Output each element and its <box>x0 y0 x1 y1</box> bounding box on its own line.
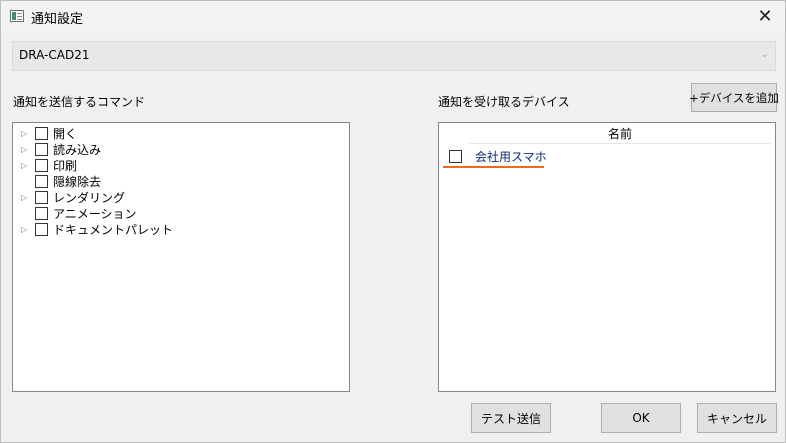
highlight-underline <box>443 166 544 168</box>
notification-settings-dialog: 通知設定 ✕ DRA-CAD21 ⌄ 通知を送信するコマンド 通知を受け取るデバ… <box>0 0 786 443</box>
title-bar: 通知設定 ✕ <box>1 1 785 32</box>
tree-item-label: 隠線除去 <box>53 174 102 189</box>
tree-item-document-palette[interactable]: ▷ ドキュメントパレット <box>21 221 173 237</box>
expand-arrow-icon[interactable]: ▷ <box>21 225 35 234</box>
application-dropdown-value: DRA-CAD21 <box>19 48 90 62</box>
tree-item-rendering[interactable]: ▷ レンダリング <box>21 189 125 205</box>
tree-item-label: 読み込み <box>53 142 102 157</box>
expand-arrow-icon[interactable]: ▷ <box>21 129 35 138</box>
tree-item-label: アニメーション <box>53 206 137 221</box>
checkbox[interactable] <box>449 149 462 163</box>
chevron-down-icon: ⌄ <box>760 49 769 60</box>
tree-item-import[interactable]: ▷ 読み込み <box>21 141 101 157</box>
devices-label: 通知を受け取るデバイス <box>438 95 570 109</box>
tree-item-label: 開く <box>53 126 78 141</box>
checkbox[interactable] <box>35 142 48 156</box>
checkbox[interactable] <box>35 174 48 188</box>
tree-item-animation[interactable]: アニメーション <box>21 205 137 221</box>
command-tree[interactable]: ▷ 開く ▷ 読み込み ▷ 印刷 隠線除去 ▷ レンダリング アニメーション ▷… <box>12 122 350 392</box>
expand-arrow-icon[interactable]: ▷ <box>21 161 35 170</box>
tree-item-label: レンダリング <box>53 190 126 205</box>
column-header-name[interactable]: 名前 <box>469 124 771 144</box>
checkbox[interactable] <box>35 206 48 220</box>
test-send-button[interactable]: テスト送信 <box>471 403 551 433</box>
tree-item-hidden-line-removal[interactable]: 隠線除去 <box>21 173 101 189</box>
expand-arrow-icon[interactable]: ▷ <box>21 193 35 202</box>
checkbox[interactable] <box>35 126 48 140</box>
dialog-title: 通知設定 <box>31 12 84 27</box>
tree-item-label: 印刷 <box>53 158 78 173</box>
app-window-icon <box>10 10 24 22</box>
add-device-button[interactable]: +デバイスを追加 <box>689 83 779 112</box>
ok-button[interactable]: OK <box>601 403 681 433</box>
application-dropdown[interactable]: DRA-CAD21 ⌄ <box>12 41 776 71</box>
tree-item-open[interactable]: ▷ 開く <box>21 125 77 141</box>
checkbox[interactable] <box>35 222 48 236</box>
device-row[interactable]: 会社用スマホ <box>449 148 547 164</box>
checkbox[interactable] <box>35 158 48 172</box>
checkbox[interactable] <box>35 190 48 204</box>
device-list[interactable]: 名前 会社用スマホ <box>438 122 776 392</box>
expand-arrow-icon[interactable]: ▷ <box>21 145 35 154</box>
close-button[interactable]: ✕ <box>745 1 785 32</box>
device-name: 会社用スマホ <box>475 149 547 164</box>
commands-label: 通知を送信するコマンド <box>13 95 146 109</box>
cancel-button[interactable]: キャンセル <box>697 403 777 433</box>
tree-item-print[interactable]: ▷ 印刷 <box>21 157 77 173</box>
tree-item-label: ドキュメントパレット <box>53 222 174 237</box>
